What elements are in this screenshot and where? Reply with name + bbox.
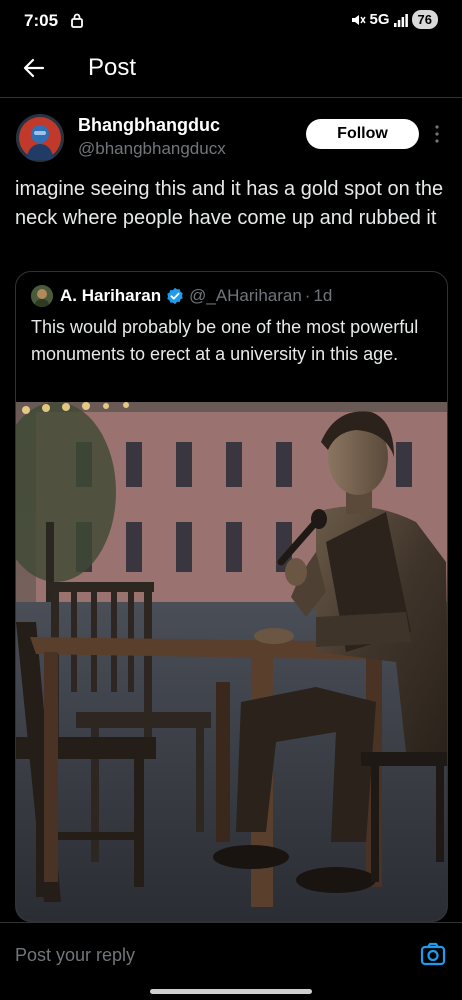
lock-icon xyxy=(71,13,83,28)
quote-author-name[interactable]: A. Hariharan xyxy=(60,286,161,306)
back-arrow-icon xyxy=(23,58,45,78)
verified-icon xyxy=(167,287,183,305)
quote-author-handle[interactable]: @_AHariharan xyxy=(189,286,302,306)
mute-icon xyxy=(351,14,366,25)
post-text: imagine seeing this and it has a gold sp… xyxy=(15,178,444,229)
reply-input[interactable]: Post your reply xyxy=(15,945,135,966)
network-label: 5G xyxy=(369,11,390,28)
status-bar: 7:05 5G 76 xyxy=(0,0,462,40)
status-time: 7:05 xyxy=(24,11,59,30)
page-title: Post xyxy=(88,54,137,81)
quoted-post[interactable]: A. Hariharan @_AHariharan · 1d This woul… xyxy=(15,271,448,922)
quote-separator: · xyxy=(304,286,311,305)
quote-text: This would probably be one of the most p… xyxy=(31,317,419,364)
quote-age: 1d xyxy=(313,286,333,305)
avatar[interactable] xyxy=(16,114,64,162)
avatar-image xyxy=(16,114,64,162)
back-button[interactable] xyxy=(20,54,48,82)
quote-avatar-image xyxy=(31,285,53,307)
more-icon[interactable] xyxy=(434,124,440,144)
top-app-bar: Post xyxy=(0,40,462,98)
home-indicator[interactable] xyxy=(150,989,312,994)
follow-button[interactable]: Follow xyxy=(306,119,419,149)
signal-icon xyxy=(393,13,408,27)
quote-avatar[interactable] xyxy=(31,285,53,307)
reply-bar: Post your reply xyxy=(0,922,462,1000)
battery-indicator: 76 xyxy=(411,10,438,29)
camera-icon[interactable] xyxy=(420,941,446,967)
author-handle[interactable]: @bhangbhangducx xyxy=(78,139,226,159)
quote-media-image[interactable] xyxy=(16,402,448,922)
status-indicators: 5G 76 xyxy=(350,10,438,29)
quote-meta: A. Hariharan @_AHariharan · 1d xyxy=(60,286,332,306)
author-name[interactable]: Bhangbhangduc xyxy=(78,115,220,136)
